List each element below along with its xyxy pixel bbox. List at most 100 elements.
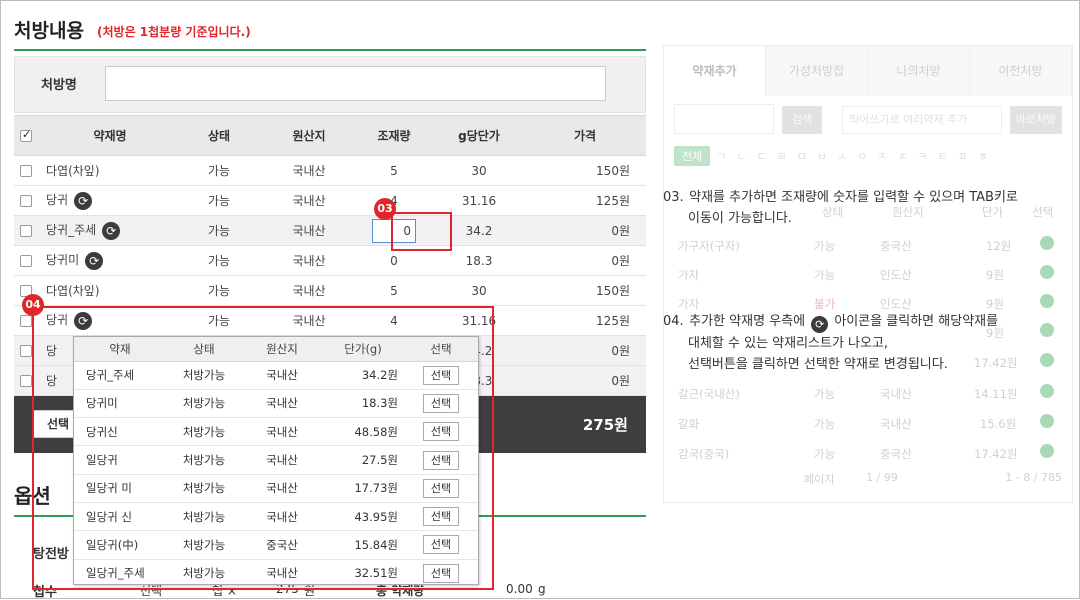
- panel-herb-name: 가자: [678, 268, 700, 282]
- panel-herb-origin: 중국산: [880, 447, 912, 461]
- filter-consonant[interactable]: ㅅ: [837, 150, 857, 163]
- herb-unit-price: 30: [434, 275, 524, 306]
- row-checkbox[interactable]: [20, 375, 32, 387]
- row-checkbox[interactable]: [20, 255, 32, 267]
- panel-search-row: 검색 띄어쓰기로 여러약재 추가 바로처방: [674, 104, 1064, 136]
- filter-consonant[interactable]: ㅇ: [857, 150, 877, 163]
- herb-name: 당귀: [46, 193, 69, 208]
- filter-all[interactable]: 전체: [674, 146, 711, 166]
- table-row: 당귀 ⟳ 가능 국내산 4 31.16 125원: [14, 185, 646, 216]
- herb-amount[interactable]: 5: [354, 155, 434, 186]
- filter-consonant[interactable]: ㅁ: [797, 150, 817, 163]
- filter-consonant[interactable]: ㅎ: [978, 150, 998, 163]
- tab-add-herb[interactable]: 약재추가: [664, 46, 766, 96]
- tab-my-prescription[interactable]: 나의처방: [868, 46, 970, 96]
- panel-search-field[interactable]: [674, 104, 774, 134]
- herb-price: 150원: [524, 275, 646, 306]
- panel-herb-name: 갈근(국내산): [678, 387, 740, 401]
- row-checkbox[interactable]: [20, 345, 32, 357]
- herb-origin: 국내산: [264, 155, 354, 186]
- panel-list-row: 가자 가능 인도산 9원: [674, 263, 1064, 287]
- panel-herb-status: 가능: [814, 268, 836, 282]
- filter-consonant[interactable]: ㅍ: [958, 150, 978, 163]
- herb-status: 가능: [174, 245, 264, 276]
- annotation-box-04: [32, 306, 494, 590]
- add-herb-icon[interactable]: [1040, 236, 1054, 250]
- section-divider: [14, 49, 646, 51]
- table-header-row: 약재명 상태 원산지 조재량 g당단가 가격: [14, 115, 646, 156]
- herb-status: 가능: [174, 155, 264, 186]
- panel-herb-origin: 인도산: [880, 268, 912, 282]
- row-checkbox[interactable]: [20, 225, 32, 237]
- panel-direct-button[interactable]: 바로처방: [1010, 106, 1062, 134]
- swap-icon[interactable]: ⟳: [74, 191, 93, 210]
- tab-prescription-book[interactable]: 가성처방집: [766, 46, 868, 96]
- tab-previous-prescription[interactable]: 이전처방: [970, 46, 1072, 96]
- row-checkbox[interactable]: [20, 195, 32, 207]
- note-04-line1b: 아이콘을 클릭하면 해당약재를: [834, 314, 999, 329]
- panel-header-select: 선택: [1032, 205, 1054, 219]
- filter-consonant[interactable]: ㄱ: [716, 150, 736, 163]
- panel-list-row: 갈화 가능 국내산 15.6원: [674, 412, 1064, 436]
- add-herb-icon[interactable]: [1040, 384, 1054, 398]
- panel-herb-price: 9원: [986, 268, 1004, 282]
- filter-consonant[interactable]: ㄹ: [777, 150, 797, 163]
- swap-icon[interactable]: ⟳: [85, 251, 104, 270]
- row-checkbox[interactable]: [20, 165, 32, 177]
- swap-icon: ⟳: [811, 316, 829, 333]
- panel-herb-name: 갈화: [678, 417, 700, 431]
- column-header: 원산지: [264, 115, 354, 156]
- panel-list-row: 가구자(구자) 가능 중국산 12원: [674, 234, 1064, 258]
- panel-herb-price: 9원: [986, 297, 1004, 311]
- filter-consonant[interactable]: ㅈ: [877, 150, 897, 163]
- prescription-name-input[interactable]: [105, 66, 606, 101]
- herb-name: 당귀_주세: [46, 223, 97, 238]
- herb-price: 0원: [524, 245, 646, 276]
- add-herb-icon[interactable]: [1040, 323, 1054, 337]
- note-03: 03. 약재를 추가하면 조재량에 숫자를 입력할 수 있으며 TAB키로 이동…: [663, 187, 1018, 229]
- herb-price: 0원: [524, 365, 646, 396]
- note-04-line3: 선택버튼을 클릭하면 선택한 약재로 변경됩니다.: [688, 357, 948, 372]
- filter-consonant[interactable]: ㄴ: [736, 150, 756, 163]
- filter-consonant[interactable]: ㅌ: [938, 150, 958, 163]
- herb-price: 125원: [524, 185, 646, 216]
- filter-consonant[interactable]: ㅊ: [897, 150, 917, 163]
- note-03-line2: 이동이 가능합니다.: [688, 211, 792, 226]
- add-herb-icon[interactable]: [1040, 414, 1054, 428]
- herb-origin: 국내산: [264, 245, 354, 276]
- panel-herb-status: 가능: [814, 447, 836, 461]
- panel-search-button[interactable]: 검색: [782, 106, 822, 134]
- add-herb-icon[interactable]: [1040, 353, 1054, 367]
- panel-herb-origin: 국내산: [880, 387, 912, 401]
- add-herb-icon[interactable]: [1040, 444, 1054, 458]
- prescription-name-label: 처방명: [41, 78, 77, 93]
- filter-consonant[interactable]: ㅋ: [918, 150, 938, 163]
- add-herb-icon[interactable]: [1040, 294, 1054, 308]
- column-header: 조재량: [354, 115, 434, 156]
- panel-herb-status: 불가: [814, 297, 836, 311]
- amount-value: 0.00: [506, 582, 533, 596]
- panel-herb-status: 가능: [814, 387, 836, 401]
- select-all-checkbox[interactable]: [20, 128, 32, 142]
- note-03-number: 03.: [663, 190, 684, 205]
- panel-herb-name: 가구자(구자): [678, 239, 740, 253]
- panel-tabs: 약재추가 가성처방집 나의처방 이전처방: [664, 46, 1072, 96]
- column-header: g당단가: [434, 115, 524, 156]
- swap-icon[interactable]: ⟳: [102, 221, 121, 240]
- herb-origin: 국내산: [264, 185, 354, 216]
- panel-herb-price: 15.6원: [980, 417, 1017, 431]
- filter-consonant[interactable]: ㄷ: [757, 150, 777, 163]
- herb-status: 가능: [174, 275, 264, 306]
- panel-herb-origin: 중국산: [880, 239, 912, 253]
- herb-unit-price: 31.16: [434, 185, 524, 216]
- herb-name: 다엽(차잎): [46, 164, 100, 178]
- add-herb-icon[interactable]: [1040, 265, 1054, 279]
- panel-herb-origin: 국내산: [880, 417, 912, 431]
- herb-amount[interactable]: 5: [354, 275, 434, 306]
- panel-herb-price: 17.42원: [974, 447, 1018, 461]
- filter-consonant[interactable]: ㅂ: [817, 150, 837, 163]
- herb-status: 가능: [174, 185, 264, 216]
- panel-multi-add-input[interactable]: 띄어쓰기로 여러약재 추가: [842, 106, 1002, 134]
- column-header: 가격: [524, 115, 646, 156]
- row-checkbox[interactable]: [20, 315, 32, 327]
